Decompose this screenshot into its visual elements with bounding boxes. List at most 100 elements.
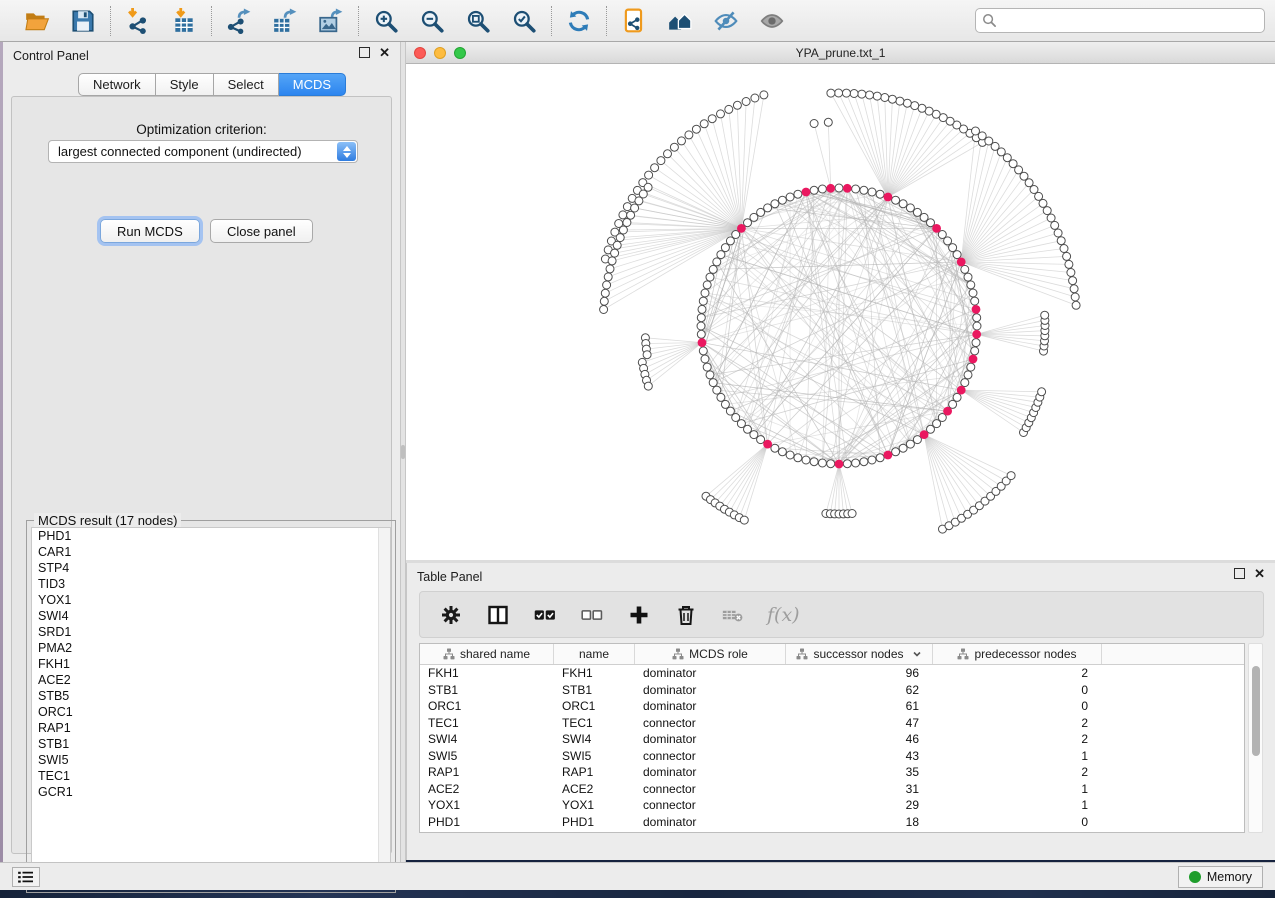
network-titlebar[interactable]: YPA_prune.txt_1 <box>406 42 1275 64</box>
zoom-in-button[interactable] <box>372 7 400 35</box>
zoom-fit-icon <box>465 8 491 34</box>
optimization-criterion-label: Optimization criterion: <box>12 122 391 137</box>
column-header-name[interactable]: name <box>554 644 635 664</box>
delete-table-button[interactable] <box>720 602 746 628</box>
list-item[interactable]: SRD1 <box>32 624 390 640</box>
table-cell: 96 <box>786 665 933 682</box>
eye-slash-icon <box>713 8 739 34</box>
zoom-out-button[interactable] <box>418 7 446 35</box>
table-cell: connector <box>635 715 786 732</box>
close-panel-button[interactable]: Close panel <box>210 219 313 243</box>
table-row[interactable]: SWI4SWI4dominator462 <box>420 731 1244 748</box>
table-cell: RAP1 <box>554 764 635 781</box>
table-cell: 2 <box>933 764 1102 781</box>
column-header-shared-name[interactable]: shared name <box>420 644 554 664</box>
delete-table-icon <box>722 604 744 626</box>
table-cell: 43 <box>786 748 933 765</box>
table-cell: 29 <box>786 797 933 814</box>
list-item[interactable]: PMA2 <box>32 640 390 656</box>
tree-icon <box>672 648 684 660</box>
list-item[interactable]: SWI5 <box>32 752 390 768</box>
import-network-button[interactable] <box>124 7 152 35</box>
add-column-button[interactable] <box>626 602 652 628</box>
import-table-button[interactable] <box>170 7 198 35</box>
table-row[interactable]: STB1STB1dominator620 <box>420 682 1244 699</box>
zoom-selected-button[interactable] <box>510 7 538 35</box>
save-session-button[interactable] <box>69 7 97 35</box>
split-columns-button[interactable] <box>485 602 511 628</box>
list-item[interactable]: CAR1 <box>32 544 390 560</box>
show-panels-button[interactable] <box>12 867 40 887</box>
list-item[interactable]: STP4 <box>32 560 390 576</box>
table-row[interactable]: YOX1YOX1connector291 <box>420 797 1244 814</box>
list-item[interactable]: FKH1 <box>32 656 390 672</box>
list-item[interactable]: YOX1 <box>32 592 390 608</box>
close-panel-icon[interactable]: ✕ <box>379 47 390 58</box>
table-row[interactable]: ACE2ACE2connector311 <box>420 781 1244 798</box>
export-table-button[interactable] <box>271 7 299 35</box>
table-cell: SWI4 <box>420 731 554 748</box>
deselect-all-button[interactable] <box>579 602 605 628</box>
tab-select[interactable]: Select <box>214 73 279 96</box>
scrollbar-thumb[interactable] <box>1252 666 1260 756</box>
list-item[interactable]: ORC1 <box>32 704 390 720</box>
run-mcds-button[interactable]: Run MCDS <box>100 219 200 243</box>
tab-network[interactable]: Network <box>78 73 156 96</box>
optimization-criterion-select[interactable]: largest connected component (undirected) <box>48 140 358 163</box>
delete-column-button[interactable] <box>673 602 699 628</box>
export-network-button[interactable] <box>225 7 253 35</box>
column-header-successor-nodes[interactable]: successor nodes <box>786 644 933 664</box>
list-item[interactable]: ACE2 <box>32 672 390 688</box>
search-input[interactable] <box>975 8 1265 33</box>
table-settings-button[interactable] <box>438 602 464 628</box>
list-item[interactable]: RAP1 <box>32 720 390 736</box>
table-cell: 1 <box>933 797 1102 814</box>
list-item[interactable]: STB1 <box>32 736 390 752</box>
float-panel-icon[interactable] <box>359 47 370 58</box>
table-cell: PHD1 <box>554 814 635 831</box>
list-icon <box>17 870 35 884</box>
tab-style[interactable]: Style <box>156 73 214 96</box>
home-button[interactable] <box>666 7 694 35</box>
table-cell: 0 <box>933 682 1102 699</box>
list-item[interactable]: SWI4 <box>32 608 390 624</box>
zoom-fit-button[interactable] <box>464 7 492 35</box>
list-item[interactable]: GCR1 <box>32 784 390 800</box>
list-item[interactable]: PHD1 <box>32 528 390 544</box>
column-header-mcds-role[interactable]: MCDS role <box>635 644 786 664</box>
table-row[interactable]: PHD1PHD1dominator180 <box>420 814 1244 831</box>
table-row[interactable]: RAP1RAP1dominator352 <box>420 764 1244 781</box>
node-table-body: FKH1FKH1dominator962STB1STB1dominator620… <box>420 665 1244 830</box>
table-cell: 1 <box>933 781 1102 798</box>
hide-selected-button[interactable] <box>712 7 740 35</box>
float-panel-icon[interactable] <box>1234 568 1245 579</box>
column-header-predecessor-nodes[interactable]: predecessor nodes <box>933 644 1102 664</box>
function-builder-button[interactable]: f(x) <box>767 604 800 626</box>
import-table-icon <box>171 8 197 34</box>
refresh-button[interactable] <box>565 7 593 35</box>
table-row[interactable]: TEC1TEC1connector472 <box>420 715 1244 732</box>
splitter-handle[interactable] <box>401 445 405 459</box>
show-hidden-button[interactable] <box>758 7 786 35</box>
tab-mcds[interactable]: MCDS <box>279 73 346 96</box>
list-item[interactable]: STB5 <box>32 688 390 704</box>
search-icon <box>982 13 997 28</box>
list-scrollbar[interactable] <box>378 528 390 887</box>
table-cell: YOX1 <box>554 797 635 814</box>
export-image-button[interactable] <box>317 7 345 35</box>
table-cell: TEC1 <box>554 715 635 732</box>
select-all-button[interactable] <box>532 602 558 628</box>
memory-button[interactable]: Memory <box>1178 866 1263 888</box>
table-scrollbar[interactable] <box>1248 643 1263 833</box>
list-item[interactable]: TEC1 <box>32 768 390 784</box>
table-row[interactable]: ORC1ORC1dominator610 <box>420 698 1244 715</box>
close-panel-icon[interactable]: ✕ <box>1254 568 1265 579</box>
network-canvas[interactable] <box>406 64 1275 560</box>
table-row[interactable]: SWI5SWI5connector431 <box>420 748 1244 765</box>
search-field-wrap <box>975 8 1265 33</box>
table-row[interactable]: FKH1FKH1dominator962 <box>420 665 1244 682</box>
list-item[interactable]: TID3 <box>32 576 390 592</box>
share-network-button[interactable] <box>620 7 648 35</box>
mcds-result-list[interactable]: PHD1CAR1STP4TID3YOX1SWI4SRD1PMA2FKH1ACE2… <box>31 527 391 888</box>
open-session-button[interactable] <box>23 7 51 35</box>
